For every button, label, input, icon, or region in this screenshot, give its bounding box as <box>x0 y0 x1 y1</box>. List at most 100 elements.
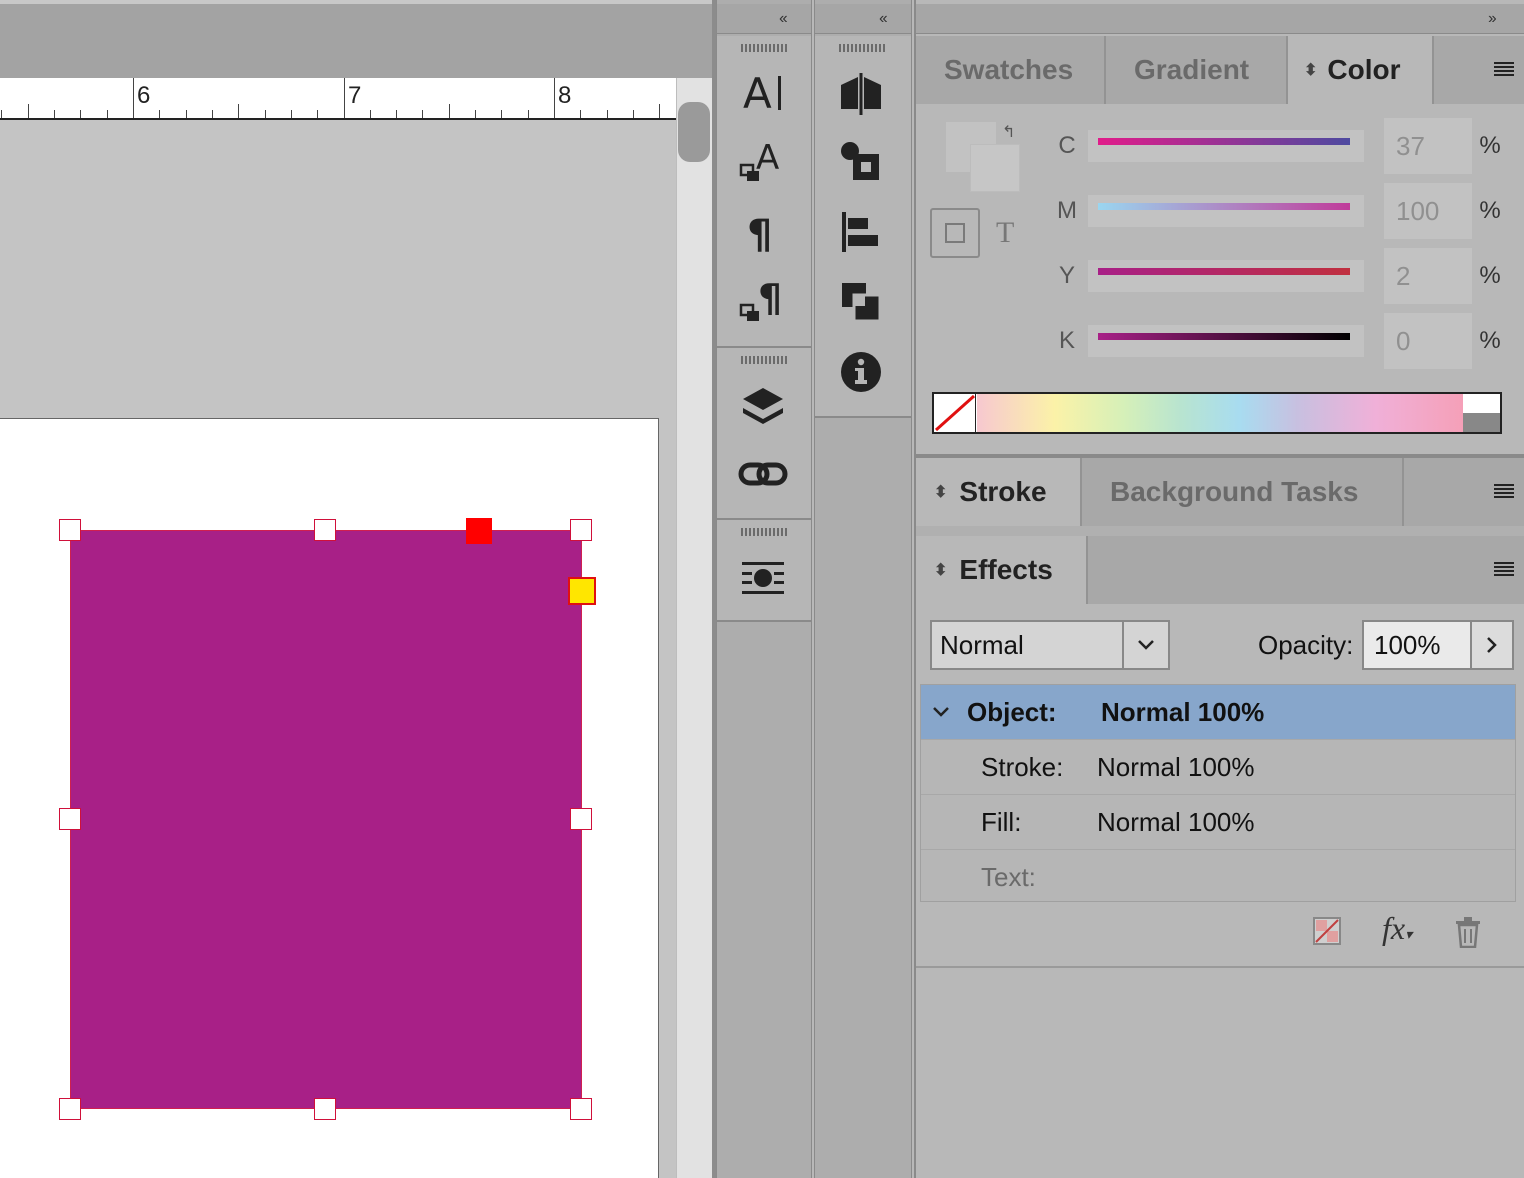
tab-color[interactable]: ⬍ Color <box>1288 36 1434 104</box>
ruler-tick <box>106 110 108 118</box>
fx-icon[interactable]: fx▾ <box>1382 910 1412 947</box>
paragraph-icon[interactable]: ¶ <box>733 202 793 262</box>
black-row: K 0 % <box>1052 313 1512 369</box>
formatting-container-icon[interactable] <box>930 208 980 258</box>
dock-group-type: A A ¶ ¶ <box>717 36 811 346</box>
collapse-dock-2-icon[interactable]: ‹‹ <box>879 10 888 28</box>
group-grip[interactable] <box>741 44 787 52</box>
dock-group-wrap <box>717 520 811 620</box>
swap-fill-stroke-icon[interactable]: ↰ <box>1002 122 1015 142</box>
resize-handle-bottom-left[interactable] <box>59 1098 81 1120</box>
resize-handle-bottom-right[interactable] <box>570 1098 592 1120</box>
resize-handle-top-center[interactable] <box>314 519 336 541</box>
ruler-tick <box>159 110 161 118</box>
effects-row-label: Object: <box>967 696 1057 727</box>
selected-rectangle[interactable] <box>70 530 582 1109</box>
effects-row-text[interactable]: Text: <box>921 850 1515 904</box>
character-styles-icon[interactable]: A <box>733 62 793 122</box>
layers-icon[interactable] <box>733 376 793 436</box>
color-spectrum-ramp[interactable] <box>932 392 1502 434</box>
none-swatch[interactable] <box>934 394 976 432</box>
tab-stroke[interactable]: ⬍ Stroke <box>916 458 1082 526</box>
opacity-value[interactable]: 100% <box>1364 622 1470 668</box>
blend-mode-dropdown[interactable]: Normal <box>930 620 1170 670</box>
paragraph-styles-icon[interactable]: ¶ <box>733 272 793 332</box>
scrollbar-thumb[interactable] <box>678 102 710 162</box>
tab-swatches[interactable]: Swatches <box>916 36 1106 104</box>
trash-icon[interactable] <box>1454 916 1482 949</box>
ruler-tick <box>211 110 213 118</box>
tab-effects[interactable]: ⬍ Effects <box>916 536 1088 604</box>
opacity-field[interactable]: 100% <box>1362 620 1514 670</box>
text-wrap-icon[interactable] <box>733 548 793 608</box>
magenta-slider[interactable] <box>1088 195 1364 227</box>
cyan-slider[interactable] <box>1088 130 1364 162</box>
live-corners-handle[interactable] <box>568 577 596 605</box>
group-grip[interactable] <box>741 528 787 536</box>
tab-gradient[interactable]: Gradient <box>1106 36 1288 104</box>
tab-effects-label: Effects <box>959 554 1053 585</box>
color-panel-tabs: Swatches Gradient ⬍ Color <box>916 36 1524 104</box>
collapse-dock-1-icon[interactable]: ‹‹ <box>779 10 788 28</box>
yellow-value-field[interactable]: 2 <box>1384 248 1472 304</box>
ruler-tick <box>659 104 661 118</box>
group-grip[interactable] <box>741 356 787 364</box>
character-styles-new-icon[interactable]: A <box>733 132 793 192</box>
spectrum-gradient[interactable] <box>977 394 1463 432</box>
stroke-icon[interactable] <box>831 132 891 192</box>
dock-group-object <box>815 36 911 416</box>
panel-options-toggle-icon[interactable]: ⬍ <box>934 482 947 502</box>
color-panel-menu-icon[interactable] <box>1494 62 1514 76</box>
ruler-tick <box>185 110 187 118</box>
pathfinder-icon[interactable] <box>831 272 891 332</box>
tab-background-tasks[interactable]: Background Tasks <box>1082 458 1404 526</box>
panel-options-toggle-icon[interactable]: ⬍ <box>1304 60 1317 80</box>
clear-effects-icon[interactable] <box>1312 916 1342 946</box>
resize-handle-middle-right[interactable] <box>570 808 592 830</box>
effects-row-stroke[interactable]: Stroke: Normal 100% <box>921 740 1515 795</box>
content-grabber-handle[interactable] <box>466 518 492 544</box>
resize-handle-top-left[interactable] <box>59 519 81 541</box>
black-slider[interactable] <box>1088 325 1364 357</box>
info-icon[interactable] <box>831 342 891 402</box>
group-grip[interactable] <box>839 44 885 52</box>
magenta-value-field[interactable]: 100 <box>1384 183 1472 239</box>
ruler-tick <box>369 110 371 118</box>
stroke-panel-menu-icon[interactable] <box>1494 484 1514 498</box>
effects-panel-tabs: ⬍ Effects <box>916 536 1524 604</box>
ruler-tick <box>27 104 29 118</box>
horizontal-ruler[interactable]: 6 7 8 <box>0 78 676 120</box>
ruler-tick <box>527 110 529 118</box>
effects-row-label: Text: <box>981 861 1036 892</box>
links-icon[interactable] <box>733 444 793 504</box>
pages-icon[interactable] <box>831 64 891 124</box>
cmyk-sliders: C 37 % M 100 % Y 2 % K 0 % <box>1052 118 1512 369</box>
panel-options-toggle-icon[interactable]: ⬍ <box>934 560 947 580</box>
effects-row-fill[interactable]: Fill: Normal 100% <box>921 795 1515 850</box>
blend-mode-value: Normal <box>940 630 1024 660</box>
formatting-text-icon[interactable]: T <box>996 216 1014 250</box>
black-swatch[interactable] <box>1463 413 1500 432</box>
effects-row-value: Normal 100% <box>1097 806 1255 837</box>
opacity-label: Opacity: <box>1258 630 1354 660</box>
align-icon[interactable] <box>831 202 891 262</box>
white-swatch[interactable] <box>1463 394 1500 413</box>
effects-row-object[interactable]: Object: Normal 100% <box>921 685 1515 740</box>
expand-dock-icon[interactable]: ›› <box>1488 10 1497 28</box>
cyan-value-field[interactable]: 37 <box>1384 118 1472 174</box>
stroke-swatch[interactable] <box>970 144 1020 192</box>
resize-handle-bottom-center[interactable] <box>314 1098 336 1120</box>
resize-handle-top-right[interactable] <box>570 519 592 541</box>
resize-handle-middle-left[interactable] <box>59 808 81 830</box>
black-value-field[interactable]: 0 <box>1384 313 1472 369</box>
chevron-down-icon[interactable] <box>921 706 961 718</box>
chevron-right-icon[interactable] <box>1470 622 1512 668</box>
yellow-slider[interactable] <box>1088 260 1364 292</box>
chevron-down-icon[interactable] <box>1122 622 1168 668</box>
effects-panel-menu-icon[interactable] <box>1494 562 1514 576</box>
ruler-tick <box>606 110 608 118</box>
yellow-unit: % <box>1479 262 1501 289</box>
tab-swatches-label: Swatches <box>944 54 1074 85</box>
effects-row-label: Stroke: <box>981 751 1064 782</box>
vertical-scrollbar[interactable] <box>676 78 712 1178</box>
